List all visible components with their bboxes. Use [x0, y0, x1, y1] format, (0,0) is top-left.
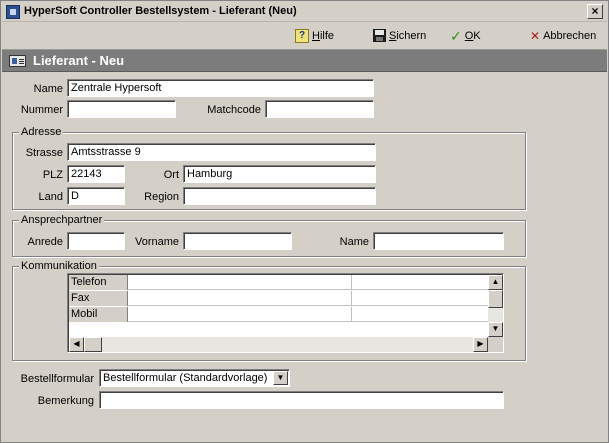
scroll-left-icon[interactable]: ◀ — [69, 337, 84, 352]
close-button[interactable]: × — [587, 4, 603, 19]
app-icon — [6, 5, 20, 19]
help-button[interactable]: ? Hilfe — [295, 27, 334, 44]
grid-cell[interactable] — [353, 275, 489, 290]
ansprechpartner-legend: Ansprechpartner — [19, 214, 105, 226]
plz-field[interactable]: 22143 — [67, 165, 125, 183]
anrede-label: Anrede — [27, 236, 63, 248]
toolbar: ? Hilfe Sichern ✓ OK ✕ Abbrechen — [2, 23, 607, 47]
vorname-field[interactable] — [183, 232, 292, 250]
nummer-label: Nummer — [20, 104, 63, 116]
strasse-field[interactable]: Amtsstrasse 9 — [67, 143, 376, 161]
kommunikation-legend: Kommunikation — [19, 260, 99, 272]
strasse-label: Strasse — [25, 147, 63, 159]
window-title: HyperSoft Controller Bestellsystem - Lie… — [24, 5, 297, 17]
ort-field[interactable]: Hamburg — [183, 165, 376, 183]
horizontal-scrollbar[interactable]: ◀ ▶ — [69, 337, 488, 352]
help-label: Hilfe — [312, 29, 335, 42]
table-row[interactable]: Telefon — [69, 275, 489, 290]
vertical-scrollbar[interactable]: ▲ ▼ — [488, 275, 503, 337]
grid-cell[interactable] — [129, 291, 352, 306]
bestellformular-select[interactable]: Bestellformular (Standardvorlage) ▼ — [99, 369, 290, 387]
bestellformular-label: Bestellformular — [20, 373, 94, 385]
title-bar[interactable]: HyperSoft Controller Bestellsystem - Lie… — [2, 2, 607, 22]
table-row[interactable]: Mobil — [69, 307, 489, 322]
scrollbar-corner — [488, 337, 503, 352]
help-icon: ? — [295, 28, 309, 43]
scroll-thumb[interactable] — [488, 290, 503, 308]
anrede-field[interactable] — [67, 232, 125, 250]
grid-cell[interactable] — [353, 291, 489, 306]
contact-name-label: Name — [339, 236, 369, 248]
table-row[interactable]: Fax — [69, 291, 489, 306]
ok-button[interactable]: ✓ OK — [450, 27, 481, 44]
communication-grid: Telefon Fax Mobil ▲ ▼ ◀ ▶ — [67, 273, 504, 353]
adresse-legend: Adresse — [19, 126, 64, 138]
checkmark-icon: ✓ — [450, 27, 462, 44]
vorname-label: Vorname — [134, 236, 179, 248]
bemerkung-field[interactable] — [99, 391, 504, 409]
scroll-right-icon[interactable]: ▶ — [473, 337, 488, 352]
section-header: Lieferant - Neu — [2, 49, 607, 72]
grid-cell[interactable] — [129, 275, 352, 290]
scroll-thumb[interactable] — [84, 337, 102, 352]
scroll-down-icon[interactable]: ▼ — [488, 322, 503, 337]
scroll-up-icon[interactable]: ▲ — [488, 275, 503, 290]
name-field[interactable]: Zentrale Hypersoft — [67, 79, 374, 97]
plz-label: PLZ — [42, 169, 63, 181]
save-button[interactable]: Sichern — [373, 27, 426, 44]
supplier-card-icon — [9, 55, 26, 67]
floppy-disk-icon — [373, 29, 386, 42]
grid-cell[interactable] — [129, 307, 352, 322]
chevron-down-icon[interactable]: ▼ — [273, 371, 288, 385]
save-label: Sichern — [389, 29, 427, 42]
nummer-field[interactable] — [67, 100, 176, 118]
name-label: Name — [33, 83, 63, 95]
section-title: Lieferant - Neu — [33, 53, 125, 68]
ort-label: Ort — [163, 169, 179, 181]
matchcode-field[interactable] — [265, 100, 374, 118]
cancel-button[interactable]: ✕ Abbrechen — [530, 27, 596, 44]
row-label-telefon: Telefon — [69, 275, 128, 290]
contact-name-field[interactable] — [373, 232, 504, 250]
region-field[interactable] — [183, 187, 376, 205]
cancel-label: Abbrechen — [543, 29, 597, 42]
bemerkung-label: Bemerkung — [37, 395, 94, 407]
x-cross-icon: ✕ — [530, 28, 541, 43]
bestellformular-value: Bestellformular (Standardvorlage) — [103, 372, 268, 384]
ok-label: OK — [464, 29, 481, 42]
grid-cell[interactable] — [353, 307, 489, 322]
matchcode-label: Matchcode — [207, 104, 261, 116]
close-icon: × — [591, 4, 599, 18]
row-label-fax: Fax — [69, 291, 128, 306]
dialog-window: HyperSoft Controller Bestellsystem - Lie… — [0, 0, 609, 443]
land-label: Land — [38, 191, 63, 203]
region-label: Region — [144, 191, 179, 203]
row-label-mobil: Mobil — [69, 307, 128, 322]
land-field[interactable]: D — [67, 187, 125, 205]
